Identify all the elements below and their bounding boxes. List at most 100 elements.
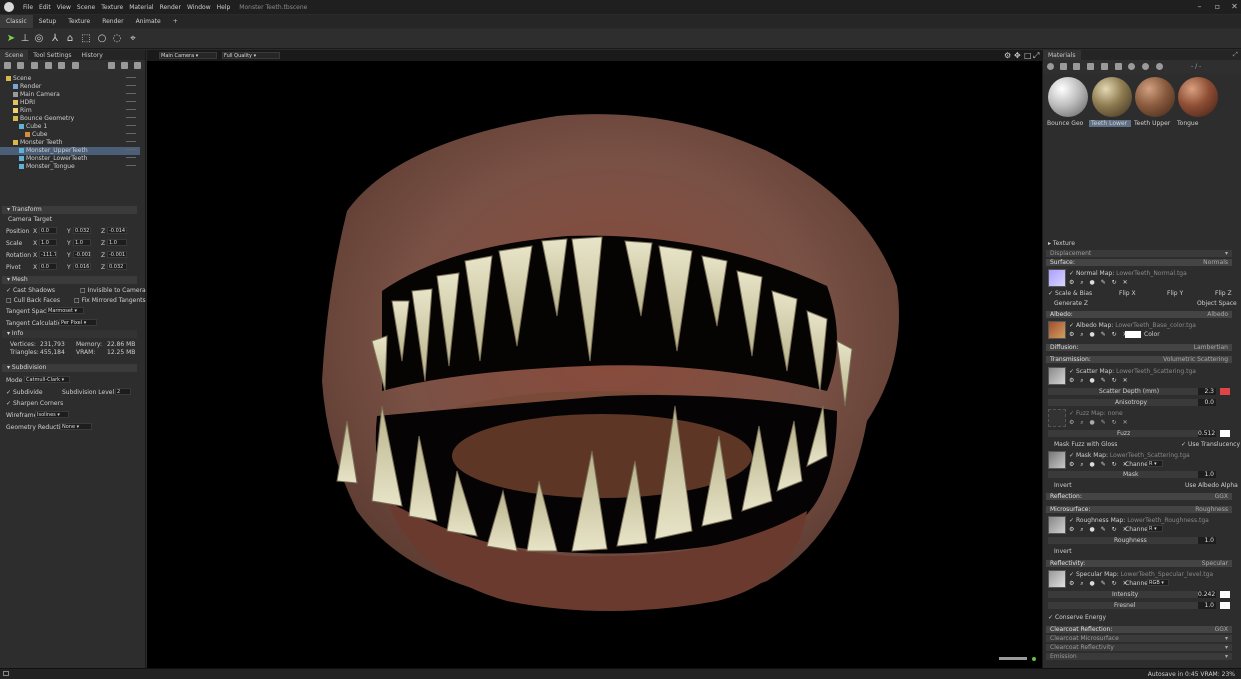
- pivot-x[interactable]: 0.0: [39, 263, 57, 270]
- delete-material-icon[interactable]: [1073, 63, 1080, 70]
- tab-tool-settings[interactable]: Tool Settings: [28, 50, 76, 60]
- fresnel-value[interactable]: 1.0: [1198, 602, 1216, 609]
- save-material-icon[interactable]: [1101, 63, 1108, 70]
- sharpen-corners-checkbox[interactable]: ✓ Sharpen Corners: [6, 400, 63, 407]
- tree-item-hdri[interactable]: HDRI: [0, 99, 140, 107]
- rotation-y[interactable]: -0.001: [73, 251, 91, 258]
- 3d-viewport[interactable]: Main Camera ▾ Full Quality ▾ ⚙ ✥ □ ⤢: [147, 50, 1042, 668]
- roughness-value[interactable]: 1.0: [1198, 537, 1216, 544]
- menu-texture[interactable]: Texture: [98, 4, 126, 11]
- scale-tool-icon[interactable]: ⅄: [49, 33, 61, 45]
- conserve-energy-checkbox[interactable]: ✓ Conserve Energy: [1048, 614, 1106, 621]
- mask-value[interactable]: 1.0: [1198, 471, 1216, 478]
- material-swatch-bounce-geo[interactable]: [1048, 77, 1088, 117]
- subdivision-level-field[interactable]: 2: [115, 388, 131, 395]
- sphere-preview-icon[interactable]: [1128, 63, 1135, 70]
- roughness-channel-select[interactable]: R ▾: [1147, 525, 1163, 532]
- clearcoat-reflectivity-section[interactable]: Clearcoat Reflectivity ▾: [1046, 644, 1232, 651]
- displacement-section[interactable]: Displacement ▾: [1046, 250, 1232, 257]
- menu-edit[interactable]: Edit: [36, 4, 54, 11]
- quality-select[interactable]: Full Quality ▾: [222, 52, 280, 59]
- transform-header[interactable]: ▾ Transform: [2, 206, 137, 214]
- pivot-y[interactable]: 0.016: [73, 263, 91, 270]
- delete-icon[interactable]: [134, 62, 141, 69]
- duplicate-material-icon[interactable]: [1060, 63, 1067, 70]
- position-y[interactable]: 0.032: [73, 227, 91, 234]
- fuzz-map-actions[interactable]: ⚙ ⌕ ● ✎ ↻ ✕: [1069, 419, 1130, 427]
- scale-x[interactable]: 1.0: [39, 239, 57, 246]
- info-header[interactable]: ▾ Info: [2, 330, 137, 338]
- fuzz-value[interactable]: 0.512: [1198, 430, 1216, 437]
- move-view-icon[interactable]: ✥: [1014, 51, 1021, 60]
- invisible-to-camera-checkbox[interactable]: □ Invisible to Camera: [80, 287, 146, 294]
- scale-z[interactable]: 1.0: [107, 239, 127, 246]
- rotation-x[interactable]: -111.7: [39, 251, 57, 258]
- undock-icon[interactable]: ⤢: [1233, 51, 1238, 59]
- tree-item-rim[interactable]: Rim: [0, 107, 140, 115]
- scatter-depth-value[interactable]: 2.3: [1198, 388, 1216, 395]
- position-x[interactable]: 0.0: [39, 227, 57, 234]
- surface-header[interactable]: Surface: Normals: [1046, 259, 1232, 266]
- wireframe-select[interactable]: Isolines ▾: [35, 411, 69, 418]
- albedo-map-thumbnail[interactable]: [1048, 321, 1066, 339]
- frame-icon[interactable]: □: [1024, 51, 1032, 60]
- tab-classic[interactable]: Classic: [0, 15, 33, 28]
- diffusion-header[interactable]: Diffusion: Lambertian: [1046, 344, 1232, 351]
- scale-y[interactable]: 1.0: [73, 239, 91, 246]
- mesh-header[interactable]: ▾ Mesh: [2, 276, 137, 284]
- normal-map-actions[interactable]: ⚙ ⌕ ● ✎ ↻ ✕: [1069, 279, 1130, 287]
- camera-select[interactable]: Main Camera ▾: [159, 52, 217, 59]
- tangent-space-select[interactable]: Marmoset ▾: [46, 307, 84, 314]
- generate-z-checkbox[interactable]: Generate Z: [1054, 300, 1088, 307]
- specular-channel-select[interactable]: RGB ▾: [1147, 579, 1169, 586]
- menu-scene[interactable]: Scene: [74, 4, 98, 11]
- fuzz-color-swatch[interactable]: [1220, 430, 1230, 437]
- restore-icon[interactable]: ▫: [1213, 2, 1222, 11]
- tree-item-upper-teeth[interactable]: Monster_UpperTeeth: [0, 147, 140, 155]
- texture-section[interactable]: ▸ Texture: [1048, 240, 1075, 247]
- reflectivity-header[interactable]: Reflectivity: Specular: [1046, 560, 1232, 567]
- app-logo-icon[interactable]: [4, 2, 14, 12]
- console-icon[interactable]: [3, 671, 9, 676]
- scale-bias-checkbox[interactable]: ✓ Scale & Bias: [1048, 290, 1092, 297]
- albedo-map-actions[interactable]: ⚙ ⌕ ● ✎ ↻ ✕: [1069, 331, 1130, 339]
- invert-roughness-checkbox[interactable]: Invert: [1054, 548, 1072, 555]
- menu-material[interactable]: Material: [126, 4, 156, 11]
- material-swatch-teeth-lower[interactable]: [1092, 77, 1132, 117]
- menu-view[interactable]: View: [54, 4, 74, 11]
- menu-window[interactable]: Window: [184, 4, 214, 11]
- microsurface-header[interactable]: Microsurface: Roughness: [1046, 506, 1232, 513]
- move-tool-icon[interactable]: ⊥: [19, 33, 31, 45]
- subdivision-header[interactable]: ▾ Subdivision: [2, 364, 137, 372]
- rotation-z[interactable]: -0.001: [107, 251, 127, 258]
- tree-item-bounce-geometry[interactable]: Bounce Geometry: [0, 115, 140, 123]
- add-object-icon[interactable]: [4, 62, 11, 69]
- fix-mirrored-checkbox[interactable]: □ Fix Mirrored Tangents: [74, 297, 146, 304]
- lasso-select-icon[interactable]: ◌: [111, 33, 123, 45]
- add-shape-icon[interactable]: [72, 62, 79, 69]
- tab-render[interactable]: Render: [96, 15, 129, 28]
- minimize-icon[interactable]: –: [1195, 2, 1204, 11]
- tree-item-scene[interactable]: Scene: [0, 75, 140, 83]
- tree-item-cube[interactable]: Cube: [0, 131, 140, 139]
- mask-map-actions[interactable]: ⚙ ⌕ ● ✎ ↻ ✕: [1069, 461, 1130, 469]
- mask-map-thumbnail[interactable]: [1048, 451, 1066, 469]
- pick-material-icon[interactable]: [1142, 63, 1149, 70]
- specular-map-thumbnail[interactable]: [1048, 570, 1066, 588]
- flip-x-checkbox[interactable]: Flip X: [1119, 290, 1136, 297]
- use-albedo-alpha-checkbox[interactable]: Use Albedo Alpha: [1185, 482, 1238, 489]
- swatch-label-bounce-geo[interactable]: Bounce Geo: [1045, 120, 1087, 127]
- menu-render[interactable]: Render: [157, 4, 184, 11]
- add-mesh-icon[interactable]: [45, 62, 52, 69]
- scatter-map-thumbnail[interactable]: [1048, 367, 1066, 385]
- material-swatch-teeth-upper[interactable]: [1135, 77, 1175, 117]
- rect-select-icon[interactable]: ⬚: [80, 33, 92, 45]
- albedo-header[interactable]: Albedo: Albedo: [1046, 311, 1232, 318]
- use-translucency-checkbox[interactable]: ✓ Use Translucency: [1181, 441, 1240, 448]
- mask-channel-select[interactable]: R ▾: [1147, 460, 1163, 467]
- tab-animate[interactable]: Animate: [130, 15, 167, 28]
- add-group-icon[interactable]: [58, 62, 65, 69]
- add-camera-icon[interactable]: [31, 62, 38, 69]
- tree-item-render[interactable]: Render: [0, 83, 140, 91]
- rotate-tool-icon[interactable]: ◎: [33, 33, 45, 45]
